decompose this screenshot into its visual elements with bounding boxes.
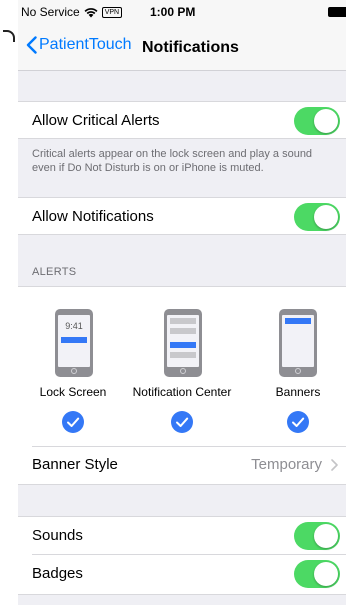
home-button	[180, 368, 186, 374]
lock-screen-label: Lock Screen	[39, 385, 107, 399]
notification-bar	[170, 342, 196, 348]
notification-center-checkmark-icon	[171, 411, 193, 433]
notification-bar	[170, 352, 196, 358]
notification-center-phone-icon	[164, 309, 202, 377]
toggle-knob	[314, 205, 338, 229]
chevron-right-icon	[331, 459, 338, 471]
toggle-knob	[314, 109, 338, 133]
status-left: No Service VPN	[21, 5, 123, 19]
lock-screen-phone-icon: 9:41	[55, 309, 93, 377]
alert-option-lock-screen[interactable]: 9:41 Lock Screen	[18, 287, 128, 447]
banners-checkmark-icon	[287, 411, 309, 433]
notification-bar	[170, 318, 196, 324]
navigation-bar: PatientTouch Notifications	[18, 28, 346, 71]
allow-notifications-label: Allow Notifications	[32, 208, 154, 225]
critical-alerts-toggle[interactable]	[294, 107, 340, 135]
status-time: 1:00 PM	[150, 5, 196, 19]
alerts-panel: 9:41 Lock Screen Notification Center Ban…	[18, 286, 346, 447]
bracket-fragment	[3, 30, 15, 42]
banner-style-label: Banner Style	[32, 456, 118, 473]
sounds-label: Sounds	[32, 527, 83, 544]
critical-alerts-footer: Critical alerts appear on the lock scree…	[32, 148, 313, 174]
notification-bar	[61, 337, 87, 343]
home-button	[295, 368, 301, 374]
mini-screen	[282, 315, 314, 367]
phone-screen: No Service VPN 1:00 PM PatientTouch Noti…	[18, 0, 346, 605]
screenshot-stage: No Service VPN 1:00 PM PatientTouch Noti…	[0, 0, 346, 605]
mini-screen	[167, 315, 199, 367]
alert-option-banners[interactable]: Banners	[236, 287, 346, 447]
critical-alerts-row: Allow Critical Alerts	[18, 101, 346, 139]
notification-center-label: Notification Center	[132, 385, 232, 399]
vpn-badge: VPN	[101, 6, 123, 18]
banner-style-row[interactable]: Banner Style Temporary	[18, 446, 346, 485]
sounds-row: Sounds	[18, 516, 346, 555]
row-separator	[32, 446, 346, 447]
battery-icon	[328, 7, 346, 17]
badges-toggle[interactable]	[294, 560, 340, 588]
critical-alerts-label: Allow Critical Alerts	[32, 112, 160, 129]
lock-screen-time: 9:41	[65, 321, 83, 331]
mini-screen: 9:41	[58, 315, 90, 367]
page-title: Notifications	[142, 39, 239, 56]
back-button[interactable]: PatientTouch	[26, 36, 132, 54]
back-button-label: PatientTouch	[39, 36, 132, 53]
alert-option-notification-center[interactable]: Notification Center	[127, 287, 237, 447]
home-button	[71, 368, 77, 374]
notification-bar	[285, 318, 311, 324]
sounds-toggle[interactable]	[294, 522, 340, 550]
alerts-section-header: ALERTS	[32, 266, 77, 278]
notification-bar	[170, 328, 196, 334]
allow-notifications-toggle[interactable]	[294, 203, 340, 231]
toggle-knob	[314, 562, 338, 586]
chevron-left-icon	[26, 36, 37, 54]
banner-style-value: Temporary	[251, 456, 322, 473]
status-bar: No Service VPN 1:00 PM	[18, 0, 346, 28]
carrier-label: No Service	[21, 5, 80, 19]
allow-notifications-row: Allow Notifications	[18, 197, 346, 235]
left-margin	[0, 0, 18, 605]
banners-label: Banners	[275, 385, 321, 399]
wifi-icon	[84, 7, 98, 17]
badges-label: Badges	[32, 565, 83, 582]
banners-phone-icon	[279, 309, 317, 377]
badges-row: Badges	[18, 555, 346, 595]
toggle-knob	[314, 524, 338, 548]
lock-screen-checkmark-icon	[62, 411, 84, 433]
